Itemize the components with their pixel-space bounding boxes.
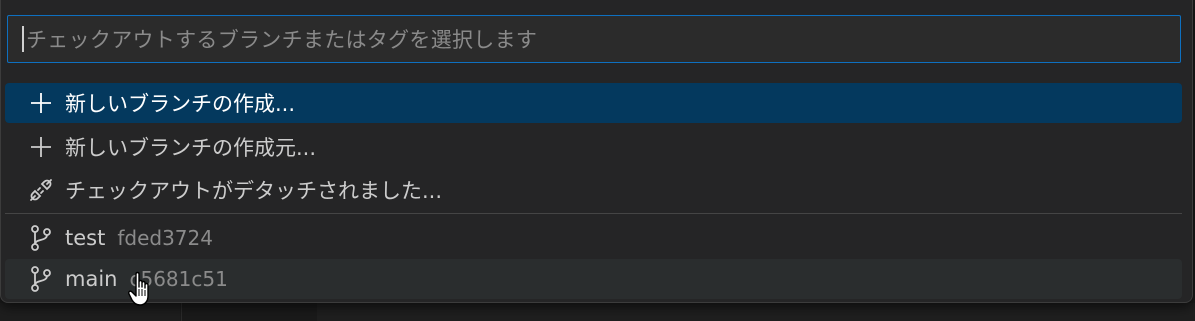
debug-disconnect-icon	[27, 176, 55, 204]
checkout-detached-label: チェックアウトがデタッチされました...	[65, 179, 443, 203]
create-branch-item[interactable]: 新しいブランチの作成...	[5, 83, 1182, 123]
create-branch-label: 新しいブランチの作成...	[65, 92, 296, 116]
branch-item-test[interactable]: test fded3724	[5, 218, 1182, 258]
branch-item-main[interactable]: main c5681c51	[5, 259, 1182, 299]
list-separator	[5, 213, 1182, 214]
branch-name: test	[65, 226, 106, 250]
create-branch-from-item[interactable]: 新しいブランチの作成元...	[5, 127, 1182, 167]
plus-icon	[27, 133, 55, 161]
branch-commit-hash: fded3724	[117, 226, 213, 250]
quick-pick-input[interactable]: チェックアウトするブランチまたはタグを選択します	[7, 15, 1181, 63]
branch-name: main	[65, 267, 118, 291]
plus-icon	[27, 89, 55, 117]
checkout-detached-item[interactable]: チェックアウトがデタッチされました...	[5, 170, 1182, 210]
git-branch-icon	[27, 224, 55, 252]
branch-quick-pick: チェックアウトするブランチまたはタグを選択します 新しいブランチの作成... 新…	[0, 0, 1193, 303]
quick-pick-placeholder: チェックアウトするブランチまたはタグを選択します	[26, 28, 538, 52]
backdrop-panel-middle	[181, 303, 318, 321]
backdrop-panel-right	[317, 303, 1195, 321]
hand-pointer-cursor	[127, 270, 157, 310]
create-branch-from-label: 新しいブランチの作成元...	[65, 136, 317, 160]
text-caret	[22, 26, 24, 52]
git-branch-icon	[27, 265, 55, 293]
